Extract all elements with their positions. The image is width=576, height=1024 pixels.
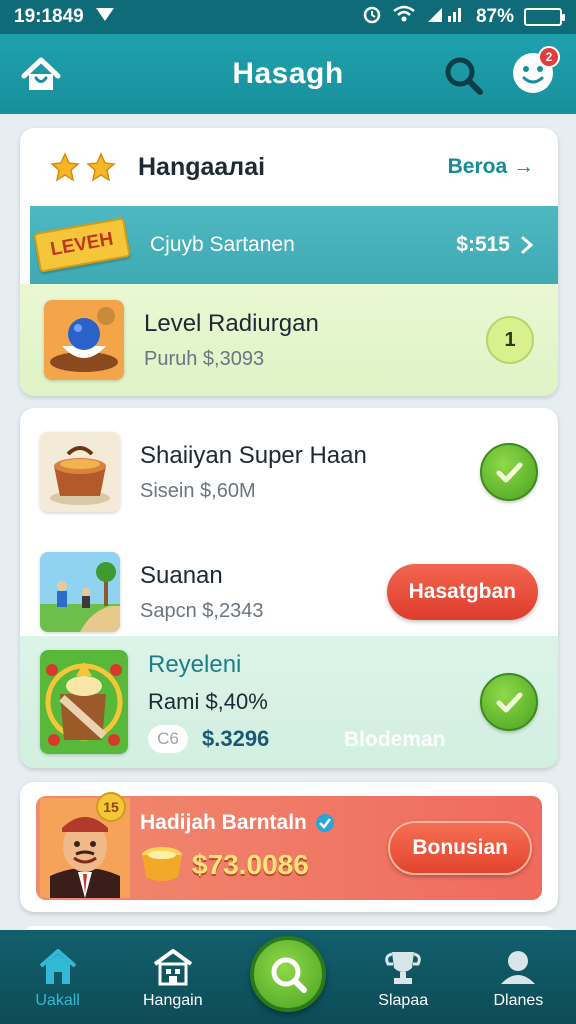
checkmark-icon — [496, 692, 523, 713]
list-item-subtitle: Sisein $,60M — [140, 479, 256, 502]
list-item-ghost-label: Blodeman — [344, 728, 446, 751]
featured-card: Hangaалаі Beroa → LEVEH Cjuyb Sartanen $… — [20, 128, 558, 396]
checkmark-button[interactable] — [480, 443, 538, 501]
level-row[interactable]: Level Radiurgan Puruh $,3093 1 — [20, 284, 558, 396]
promo-card: 15 Hadijah Barntaln $73.0086 Bonusian — [20, 782, 558, 912]
list-item[interactable]: Shaiiyan Super Haan Sisein $,60M — [20, 416, 558, 528]
rating-stars — [50, 152, 116, 182]
nav-item-label: Dlanes — [493, 992, 544, 1009]
notification-badge: 2 — [538, 46, 560, 68]
treasure-thumbnail — [40, 650, 128, 754]
featured-name: Hangaалаі — [138, 152, 266, 181]
pot-thumbnail — [40, 432, 120, 512]
nav-item-profile[interactable]: Dlanes — [461, 930, 576, 1024]
app-bar: Hasagh 2 — [0, 34, 576, 114]
level-band-amount: $:515 — [456, 233, 534, 257]
action-button[interactable]: Hasatgban — [386, 564, 538, 620]
list-item-title: Shaiiyan Super Haan — [140, 441, 367, 469]
coin-cup-icon — [142, 847, 182, 881]
nav-item-label: Hangain — [143, 992, 203, 1009]
battery-icon — [524, 8, 565, 26]
search-icon — [271, 957, 307, 993]
star-icon — [50, 152, 80, 182]
nav-item-store[interactable]: Hangain — [115, 930, 230, 1024]
list-item[interactable]: Reyeleni Rami $,40% C6 $.3296 Blodeman — [20, 636, 558, 768]
promo-title-row: Hadijah Barntaln — [140, 811, 335, 835]
search-button[interactable] — [440, 52, 486, 98]
trophy-icon — [385, 952, 422, 984]
featured-header: Hangaалаі Beroa → — [20, 128, 558, 206]
nav-item-trophy[interactable]: Slapaa — [346, 930, 461, 1024]
profile-icon — [501, 951, 536, 984]
bonus-button[interactable]: Bonusian — [388, 821, 532, 875]
count-pill: C6 — [148, 725, 188, 753]
park-scene-thumbnail — [40, 552, 120, 632]
location-icon — [94, 5, 116, 29]
notifications-button[interactable]: 2 — [510, 46, 560, 96]
bottom-nav: Uakall Hangain Slapaa Dlanes — [0, 930, 576, 1024]
nav-item-label: Uakall — [35, 992, 80, 1009]
checkmark-icon — [496, 462, 523, 483]
page-title: Hasagh — [232, 57, 344, 90]
home-icon — [39, 949, 76, 984]
search-icon — [445, 57, 483, 95]
level-band-label: Cjuyb Sartanen — [150, 233, 295, 256]
status-bar: 19:1849 87% — [0, 0, 576, 34]
home-button[interactable] — [18, 52, 64, 98]
alarm-icon — [362, 4, 382, 30]
level-band[interactable]: LEVEH Cjuyb Sartanen $:515 — [30, 206, 558, 284]
list-item[interactable]: Suanan Sapcn $,2343 Hasatgban — [20, 536, 558, 648]
home-outline-icon — [21, 57, 61, 90]
list-item-title: Suanan — [140, 561, 223, 589]
promo-title: Hadijah Barntaln — [140, 811, 307, 834]
checkmark-button[interactable] — [480, 673, 538, 731]
step-button[interactable]: 1 — [486, 316, 534, 364]
promo-prize: $73.0086 — [140, 845, 335, 885]
list-card: Shaiiyan Super Haan Sisein $,60M Suanan … — [20, 408, 558, 768]
wifi-icon — [392, 5, 416, 29]
level-row-subtitle: Puruh $,3093 — [144, 347, 265, 370]
search-fab[interactable] — [250, 936, 326, 1012]
nav-item-label: Slapaa — [378, 992, 429, 1009]
level-row-title: Level Radiurgan — [144, 309, 319, 337]
nav-item-home[interactable]: Uakall — [0, 930, 115, 1024]
signal-icon — [426, 5, 466, 29]
featured-link[interactable]: Beroa → — [448, 155, 534, 179]
status-time: 19:1849 — [14, 6, 84, 27]
promo-amount: $73.0086 — [192, 849, 309, 880]
star-icon — [86, 152, 116, 182]
list-item-title: Reyeleni — [148, 651, 242, 678]
list-item-subtitle: Sapcn $,2343 — [140, 599, 264, 622]
battery-percent: 87% — [475, 6, 514, 27]
chevron-right-icon — [521, 236, 534, 254]
level-band-amount-value: $:515 — [456, 233, 510, 256]
list-item-subtitle: Rami $,40% — [148, 689, 268, 714]
store-icon — [153, 949, 192, 986]
badge-coin: 15 — [96, 792, 126, 822]
dessert-thumbnail — [44, 300, 124, 380]
promo-banner[interactable]: 15 Hadijah Barntaln $73.0086 Bonusian — [36, 792, 542, 900]
list-item-amount: $.3296 — [202, 726, 270, 751]
level-badge: LEVEH — [33, 217, 131, 273]
verified-icon — [315, 814, 334, 832]
